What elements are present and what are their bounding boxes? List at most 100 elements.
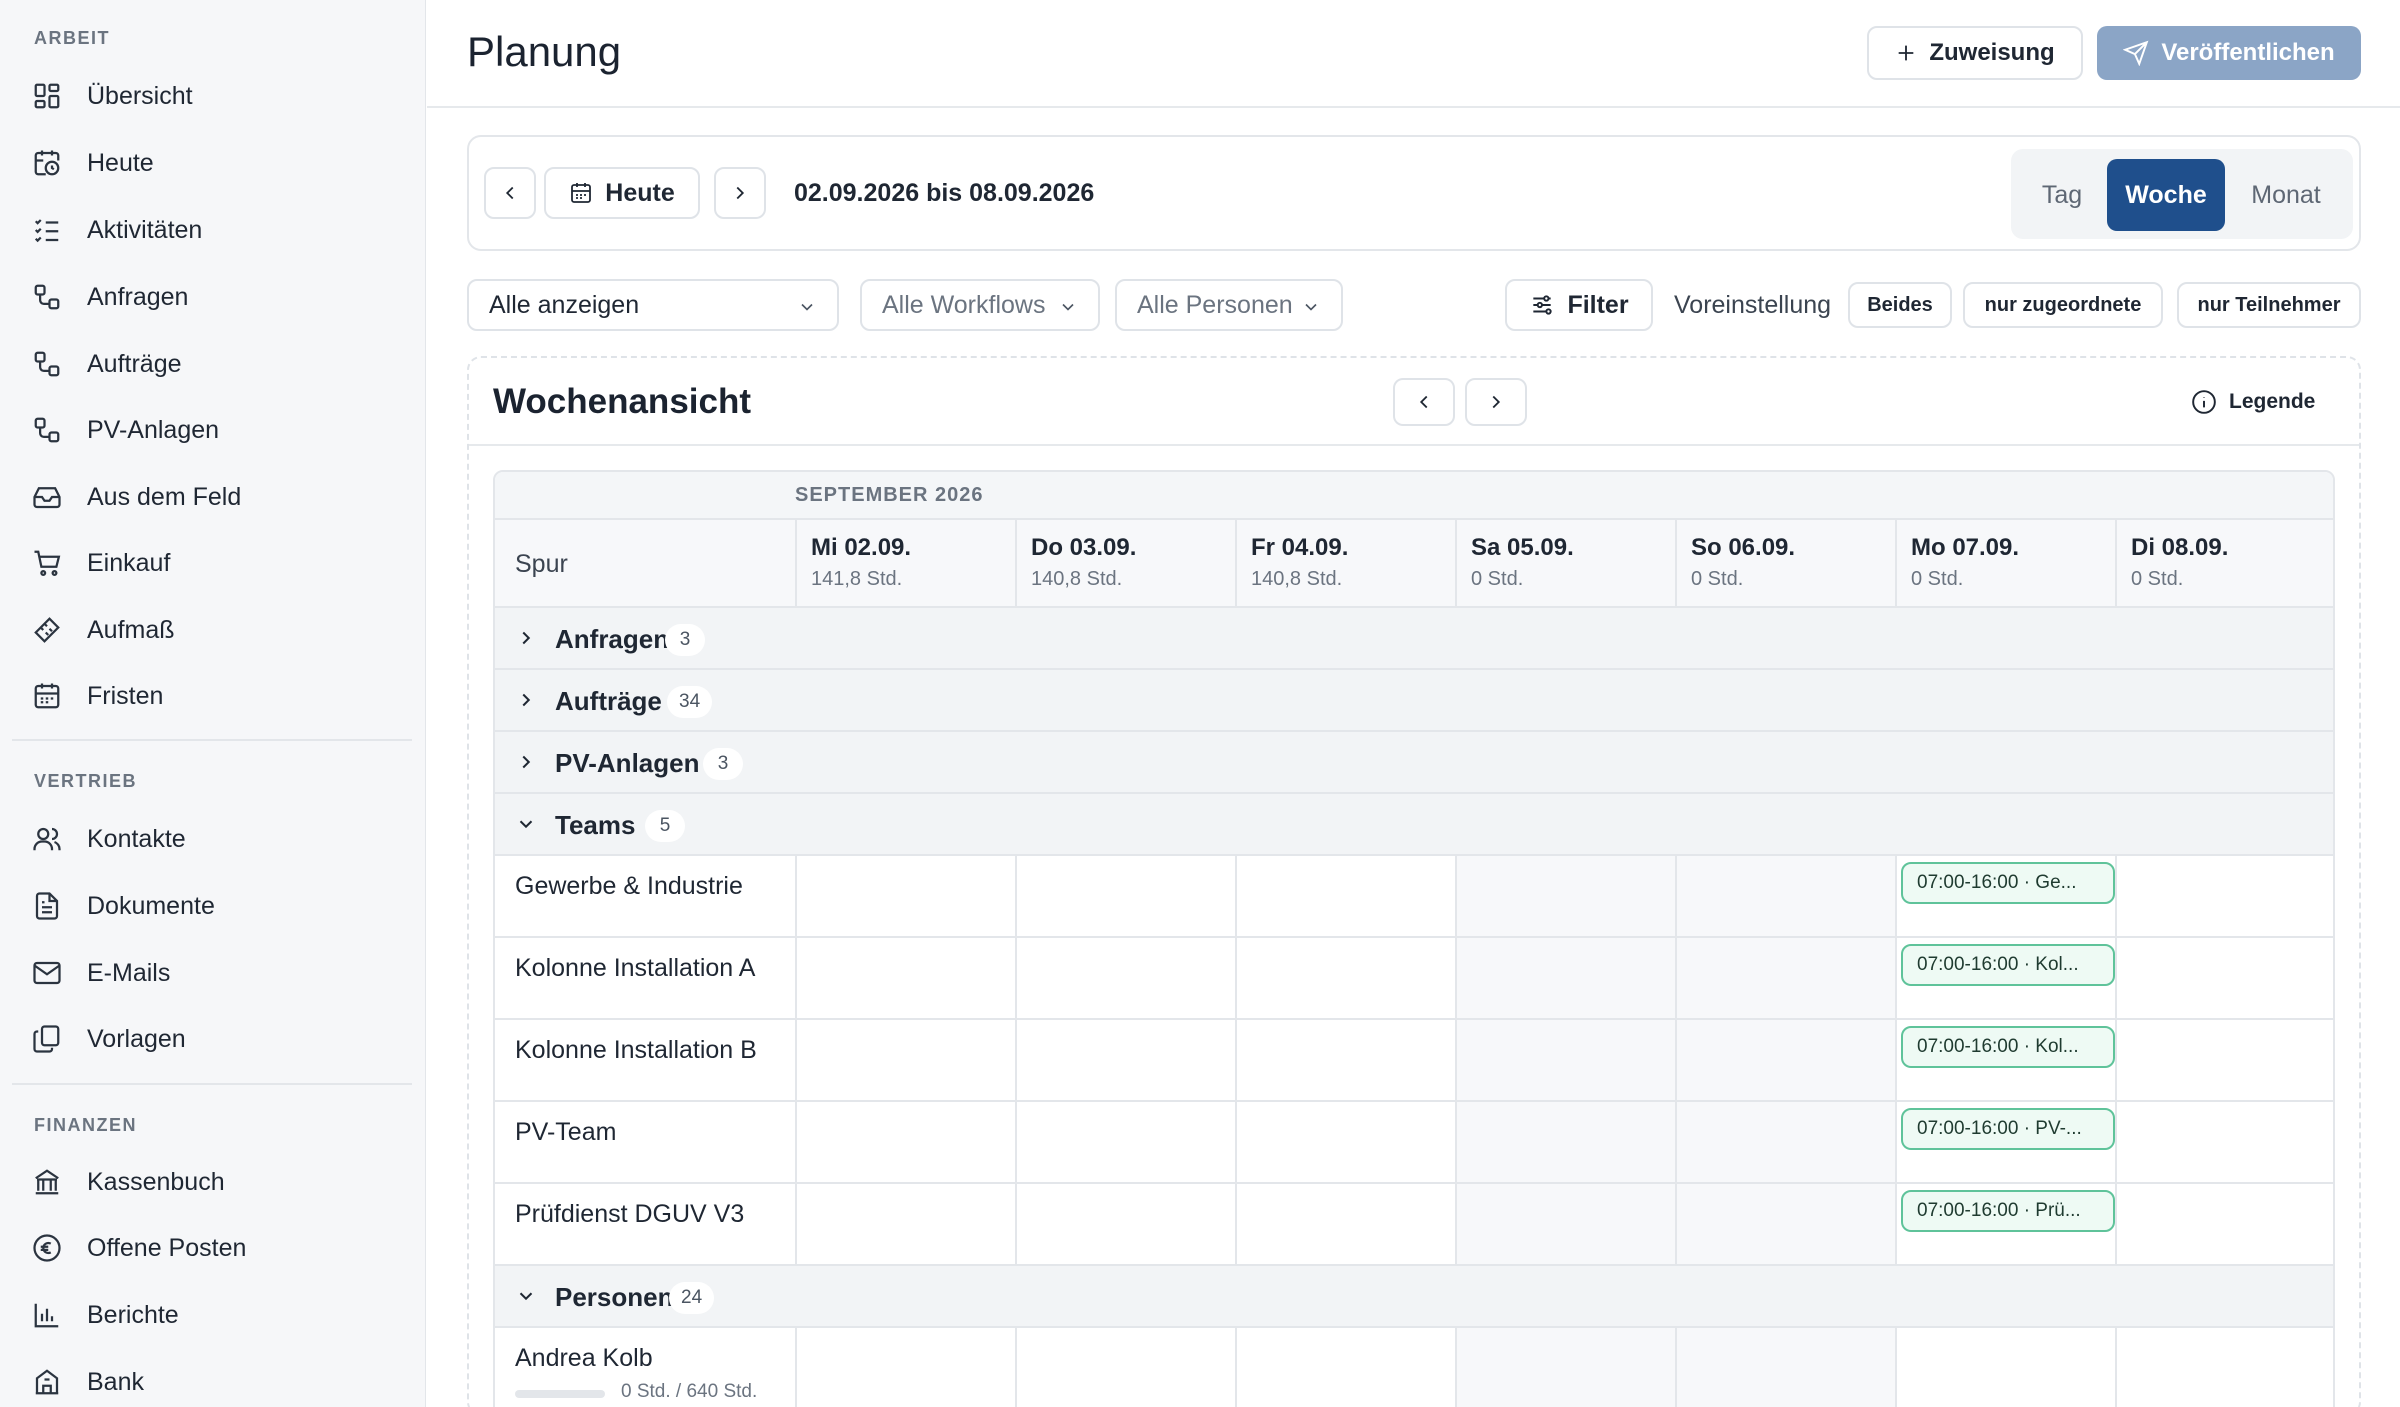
team-name: Kolonne Installation B	[515, 1036, 757, 1064]
schedule-cell[interactable]	[795, 1328, 1015, 1407]
schedule-cell[interactable]	[1015, 1328, 1235, 1407]
sidebar-item-fristen[interactable]: Fristen	[12, 669, 412, 723]
schedule-cell[interactable]	[1235, 1328, 1455, 1407]
group-row-pv-anlagen[interactable]: PV-Anlagen 3	[495, 732, 2333, 794]
shift-event[interactable]: 07:00-16:00 · Kol...	[1901, 1026, 2115, 1068]
schedule-cell[interactable]	[1235, 856, 1455, 936]
group-count-badge: 5	[645, 810, 685, 842]
schedule-cell[interactable]	[1235, 1102, 1455, 1182]
add-assignment-button[interactable]: Zuweisung	[1867, 26, 2083, 80]
sidebar-item-offene-posten[interactable]: Offene Posten	[12, 1221, 412, 1275]
sidebar-item-aufmass[interactable]: Aufmaß	[12, 603, 412, 657]
view-day-tab[interactable]: Tag	[2021, 159, 2103, 231]
schedule-cell[interactable]	[1455, 1020, 1675, 1100]
shift-event[interactable]: 07:00-16:00 · Ge...	[1901, 862, 2115, 904]
sidebar-item-bank[interactable]: Bank	[12, 1355, 412, 1407]
schedule-cell[interactable]	[2115, 938, 2333, 1018]
sidebar-item-berichte[interactable]: Berichte	[12, 1288, 412, 1342]
sidebar-item-uebersicht[interactable]: Übersicht	[12, 69, 412, 123]
schedule-cell[interactable]	[1015, 938, 1235, 1018]
schedule-cell[interactable]: 07:00-16:00 · PV-...	[1895, 1102, 2115, 1182]
workflow-select[interactable]: Alle Workflows	[860, 279, 1100, 331]
next-period-button[interactable]	[714, 167, 766, 219]
schedule-cell[interactable]	[1675, 1184, 1895, 1264]
sidebar-item-anfragen[interactable]: Anfragen	[12, 270, 412, 324]
sidebar-item-dokumente[interactable]: Dokumente	[12, 879, 412, 933]
schedule-cell[interactable]	[795, 856, 1015, 936]
shift-event[interactable]: 07:00-16:00 · Kol...	[1901, 944, 2115, 986]
sidebar-item-pv-anlagen[interactable]: PV-Anlagen	[12, 403, 412, 457]
schedule-cell[interactable]	[2115, 856, 2333, 936]
legend-button[interactable]: Legende	[2191, 382, 2315, 422]
schedule-cell[interactable]: 07:00-16:00 · Kol...	[1895, 938, 2115, 1018]
chevron-right-icon	[515, 627, 537, 654]
schedule-cell[interactable]	[2115, 1102, 2333, 1182]
team-name: Gewerbe & Industrie	[515, 872, 743, 900]
schedule-cell[interactable]	[1455, 1328, 1675, 1407]
schedule-cell[interactable]	[1235, 938, 1455, 1018]
view-week-tab[interactable]: Woche	[2107, 159, 2225, 231]
prev-period-button[interactable]	[484, 167, 536, 219]
schedule-cell[interactable]	[2115, 1020, 2333, 1100]
schedule-cell[interactable]	[1455, 1102, 1675, 1182]
schedule-cell[interactable]	[1015, 1020, 1235, 1100]
schedule-cell[interactable]: 07:00-16:00 · Ge...	[1895, 856, 2115, 936]
lane-column-header: Spur	[515, 550, 568, 578]
schedule-cell[interactable]	[795, 1184, 1015, 1264]
schedule-cell[interactable]	[2115, 1184, 2333, 1264]
schedule-cell[interactable]	[795, 938, 1015, 1018]
preset-both-button[interactable]: Beides	[1848, 282, 1952, 328]
sidebar-item-vorlagen[interactable]: Vorlagen	[12, 1012, 412, 1066]
sidebar-item-e-mails[interactable]: E-Mails	[12, 946, 412, 1000]
person-select[interactable]: Alle Personen	[1115, 279, 1343, 331]
preset-participants-button[interactable]: nur Teilnehmer	[2177, 282, 2361, 328]
legend-label: Legende	[2229, 390, 2316, 413]
show-select[interactable]: Alle anzeigen	[467, 279, 839, 331]
schedule-cell[interactable]	[1675, 856, 1895, 936]
day-header-row: Spur Mi 02.09. 141,8 Std. Do 03.09. 140,8 S…	[495, 520, 2333, 608]
view-month-tab[interactable]: Monat	[2229, 159, 2343, 231]
chevron-down-icon	[1305, 303, 1317, 311]
sidebar-item-einkauf[interactable]: Einkauf	[12, 536, 412, 590]
schedule-cell[interactable]	[1675, 938, 1895, 1018]
sidebar-item-auftraege[interactable]: Aufträge	[12, 337, 412, 391]
schedule-cell[interactable]	[1235, 1184, 1455, 1264]
schedule-cell[interactable]	[1015, 856, 1235, 936]
schedule-cell[interactable]	[1675, 1102, 1895, 1182]
schedule-cell[interactable]	[1235, 1020, 1455, 1100]
schedule-cell[interactable]	[795, 1020, 1015, 1100]
schedule-cell[interactable]	[1675, 1020, 1895, 1100]
add-assignment-label: Zuweisung	[1929, 39, 2055, 66]
schedule-cell[interactable]	[1455, 1184, 1675, 1264]
schedule-cell[interactable]	[1455, 856, 1675, 936]
schedule-cell[interactable]	[1675, 1328, 1895, 1407]
schedule-cell[interactable]	[795, 1102, 1015, 1182]
publish-button[interactable]: Veröffentlichen	[2097, 26, 2361, 80]
week-prev-button[interactable]	[1393, 378, 1455, 426]
sidebar-item-heute[interactable]: Heute	[12, 136, 412, 190]
today-button[interactable]: Heute	[544, 167, 700, 219]
shift-event[interactable]: 07:00-16:00 · PV-...	[1901, 1108, 2115, 1150]
group-row-anfragen[interactable]: Anfragen 3	[495, 608, 2333, 670]
filter-button[interactable]: Filter	[1505, 279, 1653, 331]
group-row-personen[interactable]: Personen 24	[495, 1266, 2333, 1328]
group-row-auftr-ge[interactable]: Aufträge 34	[495, 670, 2333, 732]
sidebar-item-aktivitaeten[interactable]: Aktivitäten	[12, 203, 412, 257]
preset-assigned-button[interactable]: nur zugeordnete	[1963, 282, 2163, 328]
shift-event[interactable]: 07:00-16:00 · Prü...	[1901, 1190, 2115, 1232]
schedule-cell[interactable]	[2115, 1328, 2333, 1407]
schedule-cell[interactable]: 07:00-16:00 · Kol...	[1895, 1020, 2115, 1100]
group-row-teams[interactable]: Teams 5	[495, 794, 2333, 856]
week-next-button[interactable]	[1465, 378, 1527, 426]
sidebar-item-aus-dem-feld[interactable]: Aus dem Feld	[12, 470, 412, 524]
schedule-cell[interactable]	[1015, 1184, 1235, 1264]
day-hours: 141,8 Std.	[811, 568, 903, 590]
person-name: Andrea Kolb	[515, 1344, 653, 1372]
schedule-cell[interactable]	[1455, 938, 1675, 1018]
sidebar-item-kontakte[interactable]: Kontakte	[12, 812, 412, 866]
sidebar-item-kassenbuch[interactable]: Kassenbuch	[12, 1155, 412, 1209]
schedule-cell[interactable]: 07:00-16:00 · Prü...	[1895, 1184, 2115, 1264]
schedule-cell[interactable]	[1015, 1102, 1235, 1182]
schedule-cell[interactable]	[1895, 1328, 2115, 1407]
team-name: Kolonne Installation A	[515, 954, 756, 982]
